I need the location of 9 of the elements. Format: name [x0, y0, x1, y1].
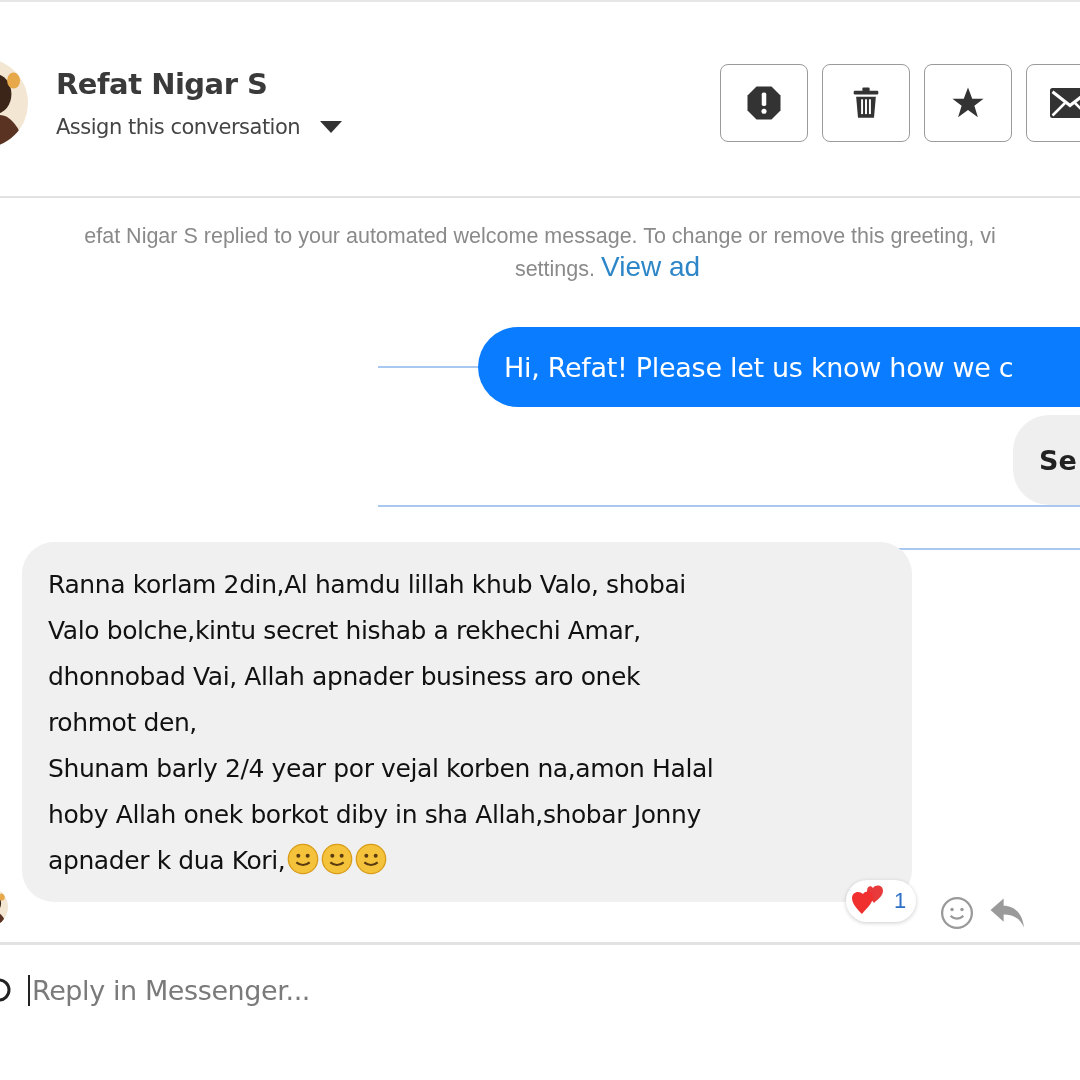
view-ad-link[interactable]: View ad — [601, 251, 701, 283]
quick-reply-message: Se — [1013, 415, 1080, 505]
reaction-badge[interactable]: 1 — [846, 880, 917, 922]
sent-message: Hi, Refat! Please let us know how we c — [478, 327, 1080, 407]
reply-field[interactable]: Reply in Messenger... — [28, 974, 632, 1006]
notice-text: settings. — [514, 257, 595, 282]
notice-text: efat Nigar S replied to your automated welcome message. To change or remove this greeting, vi — [84, 224, 996, 249]
assign-conversation-dropdown[interactable]: Assign this conversation — [56, 115, 343, 139]
contact-name: Refat Nigar S — [56, 67, 269, 101]
